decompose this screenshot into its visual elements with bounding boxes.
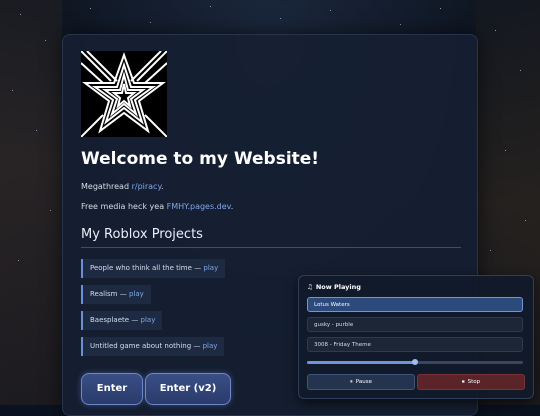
project-item: Untitled game about nothing — play — [81, 337, 225, 356]
play-link[interactable]: play — [129, 290, 144, 298]
fmhy-link[interactable]: FMHY.pages.dev — [167, 202, 231, 211]
enter-button[interactable]: Enter — [81, 373, 143, 405]
play-link[interactable]: play — [141, 316, 156, 324]
stop-icon: ⏹ — [461, 379, 465, 385]
track-item-active[interactable]: Lotus Waters — [307, 297, 523, 312]
track-item[interactable]: 3008 - Friday Theme — [307, 337, 523, 352]
play-link[interactable]: play — [203, 342, 218, 350]
music-note-icon: ♫ — [307, 283, 313, 291]
pause-button[interactable]: ⏸ Pause — [307, 374, 415, 390]
music-player: ♫ Now Playing Lotus Waters gusky - purble… — [298, 275, 534, 399]
section-divider — [81, 247, 461, 248]
project-item: Realism — play — [81, 285, 151, 304]
seek-bar-fill — [307, 361, 415, 364]
project-item: Baesplaete — play — [81, 311, 163, 330]
projects-heading: My Roblox Projects — [81, 227, 203, 242]
background-wall-left — [0, 0, 62, 405]
fmhy-line: Free media heck yea FMHY.pages.dev. — [81, 202, 234, 211]
now-playing-title: Now Playing — [315, 283, 361, 291]
stop-button[interactable]: ⏹ Stop — [417, 374, 525, 390]
star-logo — [81, 51, 167, 137]
megathread-line: Megathread r/piracy. — [81, 182, 164, 191]
seek-bar[interactable] — [307, 359, 523, 365]
seek-handle[interactable] — [412, 359, 418, 365]
page-title: Welcome to my Website! — [81, 149, 320, 169]
piracy-link[interactable]: r/piracy — [132, 182, 161, 191]
track-item[interactable]: gusky - purble — [307, 317, 523, 332]
project-item: People who think all the time — play — [81, 259, 226, 278]
now-playing-header: ♫ Now Playing — [307, 283, 361, 291]
play-link[interactable]: play — [203, 264, 218, 272]
pause-icon: ⏸ — [350, 379, 353, 385]
enter-v2-button[interactable]: Enter (v2) — [145, 373, 231, 405]
